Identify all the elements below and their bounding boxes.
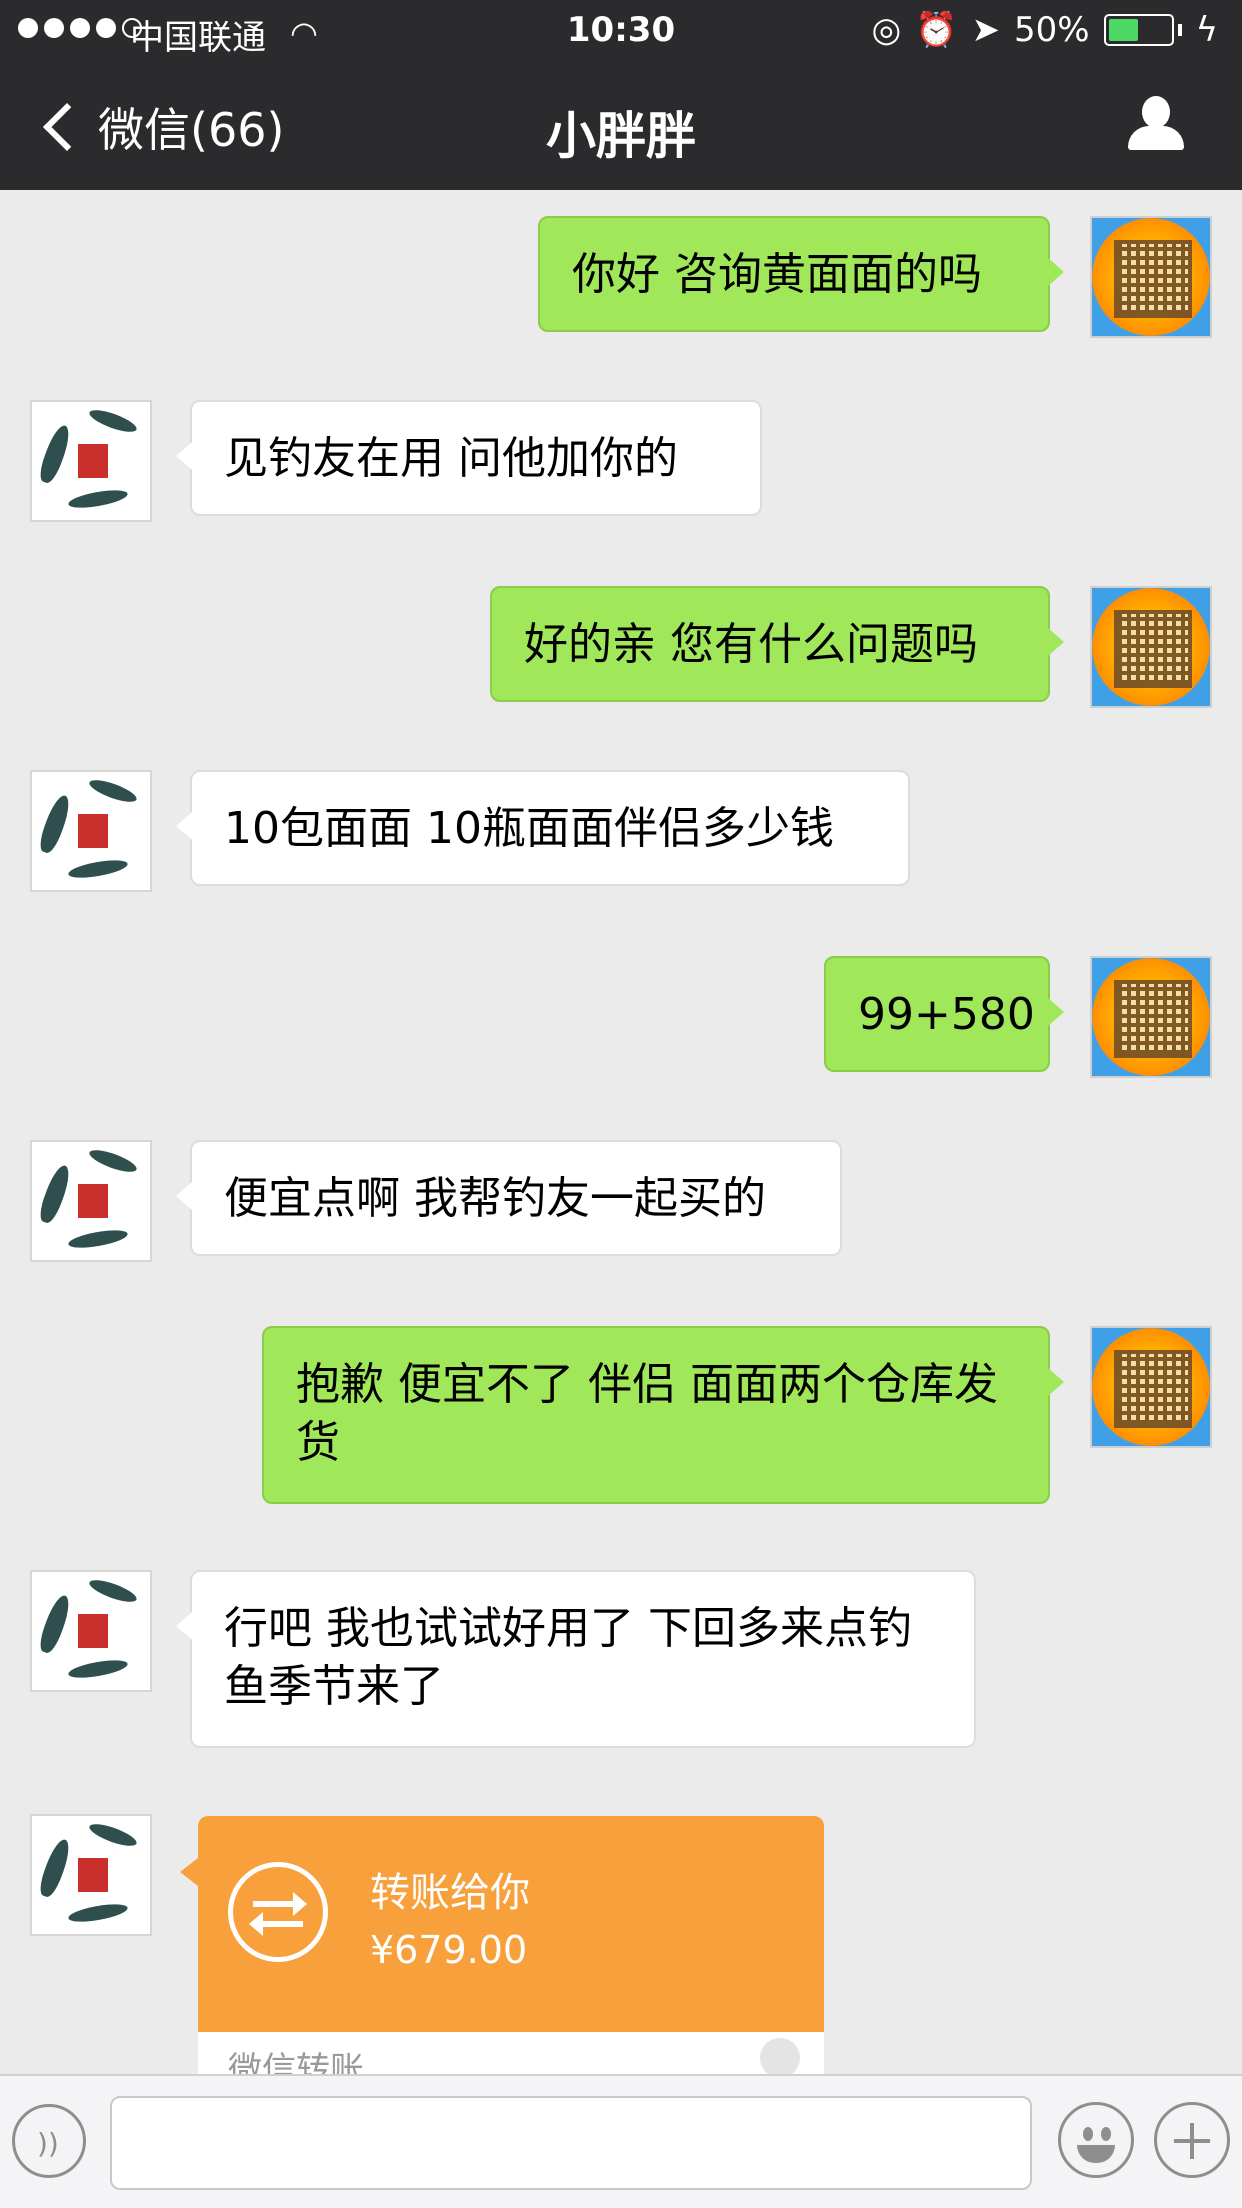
message-text: 好的亲 您有什么问题吗 [524,619,978,670]
transfer-footer-label: 微信转账 [228,2050,364,2074]
message-bubble-received[interactable]: 见钓友在用 问他加你的 [176,400,762,516]
message-text: 抱歉 便宜不了 伴侣 面面两个仓库发货 [296,1359,998,1468]
shield-icon [760,2038,800,2074]
battery-percent: 50% [1013,10,1090,50]
chat-title: 小胖胖 [546,107,696,165]
status-bar: 中国联通 ◠ 10:30 ◎ ⏰ ➤ 50% ϟ [0,0,1242,62]
more-options-button[interactable] [1154,2102,1230,2178]
transfer-amount: ¥679.00 [370,1928,528,1972]
rotation-lock-icon: ◎ [871,10,902,50]
battery-icon [1103,14,1174,46]
message-text: 见钓友在用 问他加你的 [224,433,678,484]
transfer-bubble-tail [180,1858,198,1886]
message-text: 10包面面 10瓶面面伴侣多少钱 [224,803,834,854]
status-icons: ◎ ⏰ ➤ 50% ϟ [871,10,1218,50]
contact-profile-icon[interactable] [1126,96,1186,152]
alarm-icon: ⏰ [915,10,958,50]
message-text: 99+580 [858,989,1035,1040]
my-avatar[interactable] [1090,1326,1212,1448]
chat-area[interactable]: 你好 咨询黄面面的吗 见钓友在用 问他加你的 好的亲 您有什么问题吗 10包面面… [0,190,1242,2074]
contact-avatar[interactable] [30,400,152,522]
my-avatar[interactable] [1090,956,1212,1078]
message-bubble-received[interactable]: 行吧 我也试试好用了 下回多来点钓鱼季节来了 [176,1570,976,1748]
transfer-card[interactable]: 转账给你 ¥679.00 微信转账 [198,1816,824,2074]
charging-icon: ϟ [1195,10,1218,50]
message-bubble-sent[interactable]: 99+580 [824,956,1064,1072]
message-bubble-sent[interactable]: 抱歉 便宜不了 伴侣 面面两个仓库发货 [262,1326,1064,1504]
navigation-bar: 微信(66) 小胖胖 [0,62,1242,190]
emoji-button[interactable] [1058,2102,1134,2178]
message-bubble-sent[interactable]: 好的亲 您有什么问题吗 [490,586,1064,702]
message-bubble-sent[interactable]: 你好 咨询黄面面的吗 [538,216,1064,332]
voice-icon: )) [37,2127,59,2160]
contact-avatar[interactable] [30,1814,152,1936]
my-avatar[interactable] [1090,586,1212,708]
message-input[interactable] [110,2096,1032,2190]
top-bar: 中国联通 ◠ 10:30 ◎ ⏰ ➤ 50% ϟ 微信(66) 小胖胖 [0,0,1242,190]
message-text: 行吧 我也试试好用了 下回多来点钓鱼季节来了 [224,1603,912,1712]
message-input-bar: )) [0,2074,1242,2208]
my-avatar[interactable] [1090,216,1212,338]
transfer-icon [228,1862,328,1962]
contact-avatar[interactable] [30,1570,152,1692]
location-icon: ➤ [971,10,1000,50]
message-text: 便宜点啊 我帮钓友一起买的 [224,1173,766,1224]
message-bubble-received[interactable]: 便宜点啊 我帮钓友一起买的 [176,1140,842,1256]
contact-avatar[interactable] [30,1140,152,1262]
transfer-title: 转账给你 [370,1870,530,1916]
transfer-card-header: 转账给你 ¥679.00 [198,1816,824,2032]
message-bubble-received[interactable]: 10包面面 10瓶面面伴侣多少钱 [176,770,910,886]
message-text: 你好 咨询黄面面的吗 [572,249,982,300]
voice-input-button[interactable]: )) [12,2104,86,2178]
contact-avatar[interactable] [30,770,152,892]
